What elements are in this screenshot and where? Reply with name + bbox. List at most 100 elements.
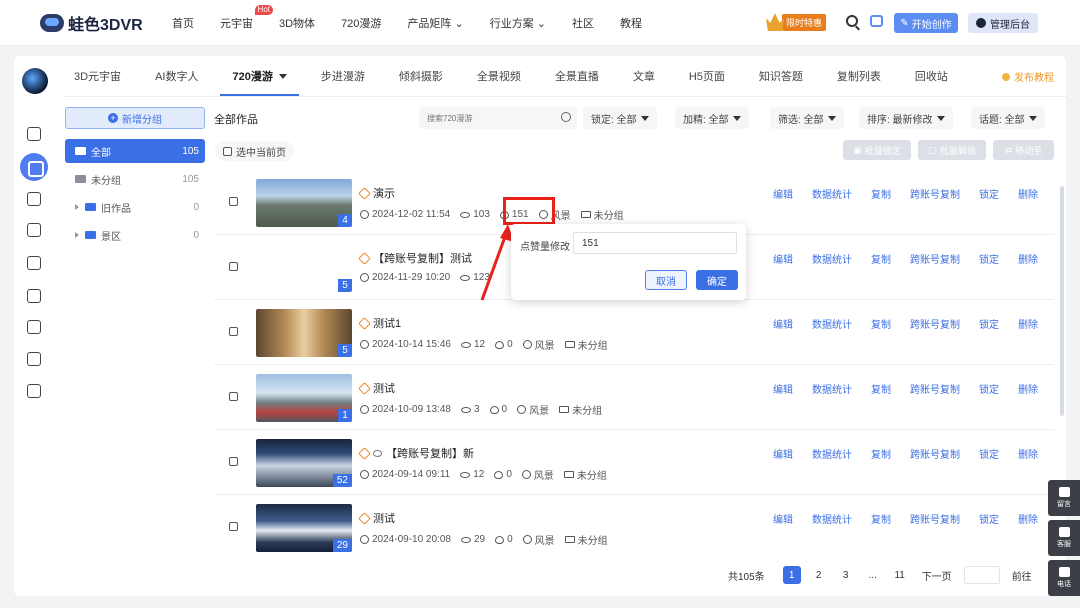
- nav-products[interactable]: 产品矩阵 ⌄: [407, 15, 463, 31]
- edit-button[interactable]: 编辑: [773, 381, 793, 396]
- group-item-ungrouped[interactable]: 未分组 105: [65, 167, 205, 191]
- copy-button[interactable]: 复制: [871, 446, 891, 461]
- edit-button[interactable]: 编辑: [773, 251, 793, 266]
- row-checkbox[interactable]: [229, 457, 238, 466]
- delete-button[interactable]: 删除: [1018, 511, 1038, 526]
- publish-tutorial-link[interactable]: 发布教程: [1002, 69, 1054, 84]
- stats-button[interactable]: 数据统计: [812, 511, 852, 526]
- chat-icon[interactable]: [27, 289, 41, 303]
- row-checkbox[interactable]: [229, 392, 238, 401]
- edit-button[interactable]: 编辑: [773, 186, 793, 201]
- work-title[interactable]: 测试: [358, 510, 395, 526]
- group-item-scenic[interactable]: 景区 0: [65, 223, 205, 247]
- tab-step-tour[interactable]: 步进漫游: [321, 56, 365, 96]
- lock-button[interactable]: 锁定: [979, 251, 999, 266]
- nav-720-tour[interactable]: 720漫游: [341, 15, 381, 31]
- page-ellipsis[interactable]: ...: [864, 566, 882, 584]
- row-checkbox[interactable]: [229, 262, 238, 271]
- layers-icon[interactable]: [27, 223, 41, 237]
- delete-button[interactable]: 删除: [1018, 381, 1038, 396]
- stats-button[interactable]: 数据统计: [812, 186, 852, 201]
- stats-button[interactable]: 数据统计: [812, 251, 852, 266]
- tab-article[interactable]: 文章: [633, 56, 655, 96]
- lock-button[interactable]: 锁定: [979, 381, 999, 396]
- like-count-trigger[interactable]: 0: [494, 469, 512, 480]
- grid-icon[interactable]: [27, 127, 41, 141]
- tab-copy-list[interactable]: 复制列表: [837, 56, 881, 96]
- user-avatar[interactable]: [22, 68, 48, 94]
- work-title[interactable]: 测试: [358, 380, 395, 396]
- search-icon[interactable]: [561, 112, 571, 122]
- sort-filter[interactable]: 排序: 最新修改: [859, 107, 953, 129]
- cancel-button[interactable]: 取消: [645, 270, 687, 290]
- bulk-lock-button[interactable]: ▣ 批量锁定: [843, 140, 911, 160]
- cross-account-copy-button[interactable]: 跨账号复制: [910, 511, 960, 526]
- stats-button[interactable]: 数据统计: [812, 446, 852, 461]
- tab-recycle-bin[interactable]: 回收站: [915, 56, 948, 96]
- lock-filter[interactable]: 锁定: 全部: [583, 107, 657, 129]
- copy-button[interactable]: 复制: [871, 381, 891, 396]
- brand-logo[interactable]: 蛙色3DVR: [40, 12, 143, 34]
- promo-banner[interactable]: 限时特惠: [766, 12, 827, 32]
- work-thumbnail[interactable]: 4: [256, 179, 352, 227]
- settings-icon[interactable]: [27, 256, 41, 270]
- delete-button[interactable]: 删除: [1018, 186, 1038, 201]
- copy-button[interactable]: 复制: [871, 511, 891, 526]
- tab-pano-live[interactable]: 全景直播: [555, 56, 599, 96]
- search-icon[interactable]: [846, 15, 858, 27]
- work-title[interactable]: 【跨账号复制】测试: [358, 250, 472, 266]
- support-float-button[interactable]: 客服: [1048, 520, 1080, 556]
- select-page-checkbox[interactable]: 选中当前页: [215, 141, 294, 161]
- group-item-old-works[interactable]: 旧作品 0: [65, 195, 205, 219]
- search-box[interactable]: [419, 107, 577, 129]
- topic-filter[interactable]: 话题: 全部: [971, 107, 1045, 129]
- stats-button[interactable]: 数据统计: [812, 381, 852, 396]
- home-icon[interactable]: [27, 384, 41, 398]
- like-count-trigger[interactable]: 0: [495, 339, 513, 350]
- tab-pano-video[interactable]: 全景视频: [477, 56, 521, 96]
- nav-3d-object[interactable]: 3D物体: [279, 15, 315, 31]
- bulk-unlock-button[interactable]: ▢ 批量解锁: [918, 140, 986, 160]
- row-checkbox[interactable]: [229, 197, 238, 206]
- work-title[interactable]: 演示: [358, 185, 395, 201]
- admin-panel-button[interactable]: 管理后台: [968, 13, 1038, 33]
- search-input[interactable]: [427, 113, 547, 123]
- copy-button[interactable]: 复制: [871, 316, 891, 331]
- nav-tutorial[interactable]: 教程: [620, 15, 642, 31]
- delete-button[interactable]: 删除: [1018, 316, 1038, 331]
- page-2[interactable]: 2: [810, 566, 828, 584]
- screen-filter[interactable]: 筛选: 全部: [770, 107, 844, 129]
- tab-quiz[interactable]: 知识答题: [759, 56, 803, 96]
- like-count-input[interactable]: [573, 232, 737, 254]
- like-count-trigger[interactable]: 0: [495, 534, 513, 545]
- cross-account-copy-button[interactable]: 跨账号复制: [910, 251, 960, 266]
- cross-account-copy-button[interactable]: 跨账号复制: [910, 316, 960, 331]
- nav-solutions[interactable]: 行业方案 ⌄: [490, 15, 546, 31]
- works-icon[interactable]: [20, 153, 48, 181]
- edit-button[interactable]: 编辑: [773, 446, 793, 461]
- list-scrollbar[interactable]: [1060, 186, 1064, 416]
- lock-button[interactable]: 锁定: [979, 446, 999, 461]
- tab-3d-metaverse[interactable]: 3D元宇宙: [74, 56, 121, 96]
- cross-account-copy-button[interactable]: 跨账号复制: [910, 186, 960, 201]
- box-icon[interactable]: [27, 352, 41, 366]
- copy-button[interactable]: 复制: [871, 251, 891, 266]
- page-jump-input[interactable]: [963, 566, 1000, 584]
- work-thumbnail[interactable]: 1: [256, 374, 352, 422]
- like-count-trigger[interactable]: 0: [489, 404, 507, 415]
- cross-account-copy-button[interactable]: 跨账号复制: [910, 381, 960, 396]
- nav-metaverse[interactable]: 元宇宙 Hot: [220, 5, 273, 31]
- group-item-all[interactable]: 全部 105: [65, 139, 205, 163]
- store-icon[interactable]: [27, 320, 41, 334]
- feedback-float-button[interactable]: 留言: [1048, 480, 1080, 516]
- work-title[interactable]: 【跨账号复制】新: [358, 445, 474, 461]
- phone-float-button[interactable]: 电话: [1048, 560, 1080, 596]
- checkbox[interactable]: [223, 146, 232, 156]
- page-3[interactable]: 3: [837, 566, 855, 584]
- work-thumbnail[interactable]: 29: [256, 504, 352, 552]
- row-checkbox[interactable]: [229, 327, 238, 336]
- featured-filter[interactable]: 加精: 全部: [675, 107, 749, 129]
- start-create-button[interactable]: ✎ 开始创作: [894, 13, 958, 33]
- edit-button[interactable]: 编辑: [773, 511, 793, 526]
- copy-button[interactable]: 复制: [871, 186, 891, 201]
